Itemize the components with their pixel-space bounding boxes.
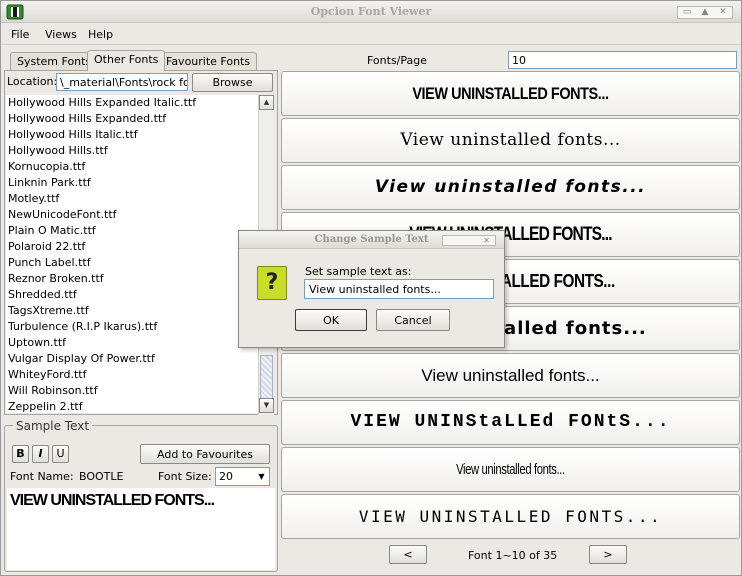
font-preview[interactable]: VIEW UNINSTALLED FONTS... xyxy=(281,494,740,539)
fonts-per-page-input[interactable]: 10 xyxy=(508,51,737,69)
font-size-label: Font Size: xyxy=(158,470,212,483)
tab-other-fonts[interactable]: Other Fonts xyxy=(87,50,166,71)
file-item[interactable]: Hollywood Hills Expanded Italic.ttf xyxy=(6,95,258,111)
close-icon[interactable]: ✕ xyxy=(714,7,732,18)
menu-bar: File Views Help xyxy=(1,24,741,45)
file-item[interactable]: TagsXtreme.ttf xyxy=(6,303,258,319)
font-file-list[interactable]: Hollywood Hills Expanded Italic.ttf Holl… xyxy=(6,95,258,413)
font-preview[interactable]: View uninstalled fonts... xyxy=(281,118,740,163)
font-preview[interactable]: View uninstalled fonts... xyxy=(281,447,740,492)
question-icon: ? xyxy=(257,266,287,300)
change-sample-text-dialog: Change Sample Text ✕ ? Set sample text a… xyxy=(238,230,505,348)
font-preview-text: View uninstalled fonts... xyxy=(421,366,600,385)
font-preview[interactable]: View uninstalled fonts... xyxy=(281,353,740,398)
file-item[interactable]: Linknin Park.ttf xyxy=(6,175,258,191)
file-item[interactable]: Punch Label.ttf xyxy=(6,255,258,271)
browse-button[interactable]: Browse xyxy=(192,73,273,92)
chevron-down-icon[interactable]: ▼ xyxy=(254,468,269,485)
add-to-favourites-button[interactable]: Add to Favourites xyxy=(140,444,270,464)
location-input[interactable]: \_material\Fonts\rock font xyxy=(56,73,188,91)
tab-panel-other-fonts: Location: \_material\Fonts\rock font Bro… xyxy=(4,70,278,415)
previous-page-button[interactable]: < xyxy=(389,545,427,564)
file-item[interactable]: Hollywood Hills.ttf xyxy=(6,143,258,159)
file-item[interactable]: Hollywood Hills Italic.ttf xyxy=(6,127,258,143)
font-name-label: Font Name: xyxy=(10,470,74,483)
file-item[interactable]: Vulgar Display Of Power.ttf xyxy=(6,351,258,367)
font-name-value: BOOTLE xyxy=(79,470,124,483)
menu-file[interactable]: File xyxy=(11,28,29,41)
file-item[interactable]: Plain O Matic.ttf xyxy=(6,223,258,239)
scroll-thumb[interactable] xyxy=(260,355,273,399)
font-preview-text: View uninstalled fonts... xyxy=(456,461,565,478)
menu-views[interactable]: Views xyxy=(45,28,77,41)
font-preview[interactable]: View uninstalled fonts... xyxy=(281,165,740,210)
font-preview-text: VIEW UNINStaLLEd FONtS... xyxy=(350,412,671,432)
location-label: Location: xyxy=(7,75,58,88)
font-preview[interactable]: VIEW UNINSTALLED FONTS... xyxy=(281,71,740,116)
scroll-down-icon[interactable]: ▼ xyxy=(259,398,274,413)
tab-system-fonts[interactable]: System Fonts xyxy=(10,52,99,70)
ok-button[interactable]: OK xyxy=(295,309,367,331)
file-item[interactable]: Motley.ttf xyxy=(6,191,258,207)
font-preview[interactable]: VIEW UNINStaLLEd FONtS... xyxy=(281,400,740,445)
menu-help[interactable]: Help xyxy=(88,28,113,41)
app-window: Opcion Font Viewer ▭ ▲ ✕ File Views Help… xyxy=(0,0,742,576)
font-preview-text: VIEW UNINSTALLED FONTS... xyxy=(358,507,663,526)
file-item[interactable]: WhiteyFord.ttf xyxy=(6,367,258,383)
left-panel: System Fonts Other Fonts Favourite Fonts… xyxy=(4,47,278,572)
sample-text-legend: Sample Text xyxy=(13,419,93,433)
font-size-select[interactable]: 20 ▼ xyxy=(215,467,270,486)
file-item[interactable]: Kornucopia.ttf xyxy=(6,159,258,175)
title-bar[interactable]: Opcion Font Viewer ▭ ▲ ✕ xyxy=(1,1,741,23)
file-item[interactable]: Shredded.ttf xyxy=(6,287,258,303)
window-controls: ▭ ▲ ✕ xyxy=(677,6,733,19)
font-preview-text: VIEW UNINSTALLED FONTS... xyxy=(412,84,609,103)
next-page-button[interactable]: > xyxy=(589,545,627,564)
font-preview-text: View uninstalled fonts... xyxy=(374,177,647,197)
minimize-icon[interactable]: ▭ xyxy=(678,7,696,18)
bold-button[interactable]: B xyxy=(12,445,29,463)
file-item[interactable]: Uptown.ttf xyxy=(6,335,258,351)
scroll-up-icon[interactable]: ▲ xyxy=(259,95,274,110)
sample-text-input[interactable]: View uninstalled fonts... xyxy=(304,279,494,299)
maximize-icon[interactable]: ▲ xyxy=(696,7,714,18)
dialog-prompt-label: Set sample text as: xyxy=(305,265,412,278)
font-size-value: 20 xyxy=(219,470,233,483)
file-item[interactable]: Turbulence (R.I.P Ikarus).ttf xyxy=(6,319,258,335)
window-title: Opcion Font Viewer xyxy=(310,5,432,18)
file-item[interactable]: Will Robinson.ttf xyxy=(6,383,258,399)
file-item[interactable]: Polaroid 22.ttf xyxy=(6,239,258,255)
sample-text-group: Sample Text B I U Add to Favourites Font… xyxy=(4,419,278,572)
dialog-close-icon[interactable]: ✕ xyxy=(442,235,496,246)
page-indicator: Font 1~10 of 35 xyxy=(468,549,558,562)
font-preview-text: View uninstalled fonts... xyxy=(400,130,621,150)
file-item[interactable]: NewUnicodeFont.ttf xyxy=(6,207,258,223)
sample-preview-text: VIEW UNINSTALLED FONTS... xyxy=(10,492,215,509)
tab-favourite-fonts[interactable]: Favourite Fonts xyxy=(159,52,258,70)
dialog-title-bar[interactable]: Change Sample Text ✕ xyxy=(239,231,504,249)
file-item[interactable]: Hollywood Hills Expanded.ttf xyxy=(6,111,258,127)
underline-button[interactable]: U xyxy=(52,445,69,463)
italic-button[interactable]: I xyxy=(32,445,49,463)
fonts-per-page-label: Fonts/Page xyxy=(367,54,428,67)
file-item[interactable]: Zeppelin 2.ttf xyxy=(6,399,258,413)
cancel-button[interactable]: Cancel xyxy=(376,309,450,331)
sample-preview: VIEW UNINSTALLED FONTS... xyxy=(7,488,275,570)
file-item[interactable]: Reznor Broken.ttf xyxy=(6,271,258,287)
